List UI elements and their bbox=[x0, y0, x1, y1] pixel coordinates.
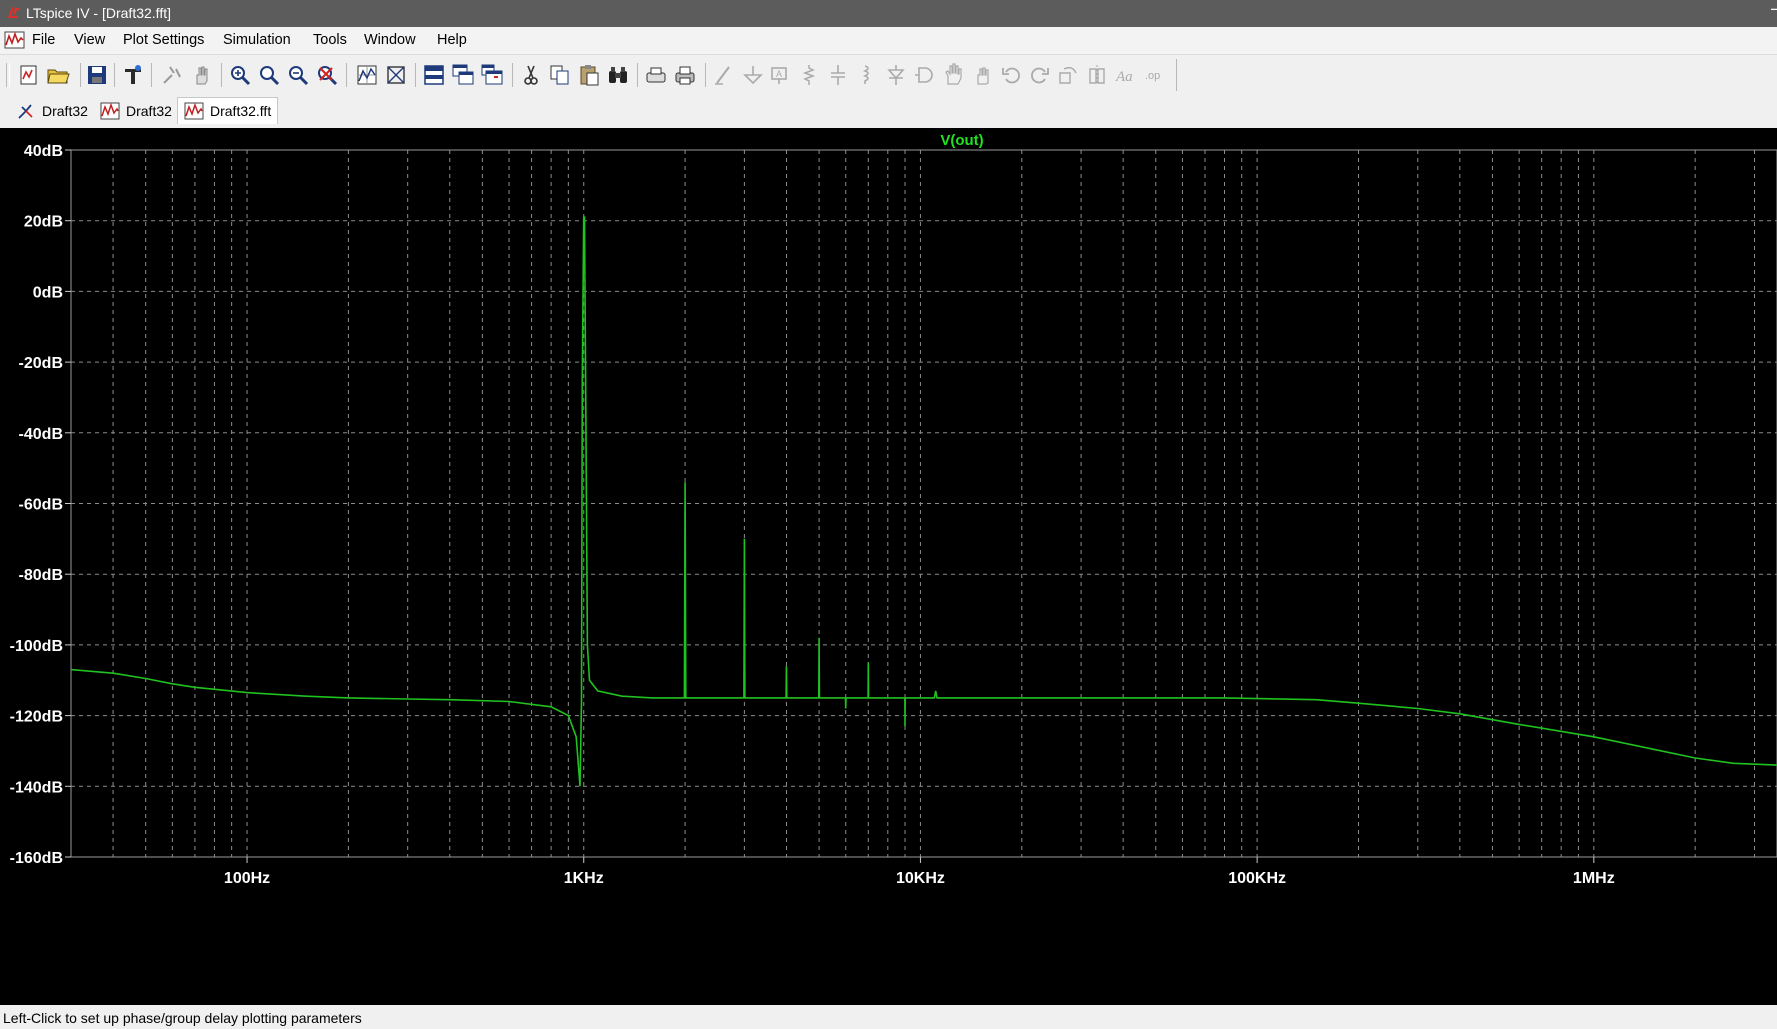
y-tick-label: 40dB bbox=[24, 143, 63, 160]
cascade-icon[interactable] bbox=[451, 63, 475, 87]
menu-window[interactable]: Window bbox=[364, 32, 416, 48]
zoom-fit-icon[interactable] bbox=[257, 63, 281, 87]
document-waveform-icon[interactable] bbox=[4, 30, 26, 50]
grid-lines bbox=[71, 150, 1777, 857]
autorange-icon[interactable] bbox=[355, 63, 379, 87]
find-binoculars-icon[interactable] bbox=[606, 63, 630, 87]
grid-icon[interactable] bbox=[384, 63, 408, 87]
y-tick-label: -140dB bbox=[10, 779, 63, 796]
fft-plot[interactable]: 40dB 20dB 0dB -20dB -40dB -60dB -80dB -100dB -12… bbox=[0, 128, 1777, 1005]
svg-text:.op: .op bbox=[1145, 70, 1160, 82]
drag-hand-icon[interactable] bbox=[971, 63, 995, 87]
tab-draft32-waveform[interactable]: Draft32 bbox=[94, 97, 178, 124]
tab-draft32-schematic[interactable]: Draft32 bbox=[10, 97, 94, 124]
component-icon[interactable] bbox=[913, 63, 937, 87]
paste-icon[interactable] bbox=[577, 63, 601, 87]
zoom-out-icon[interactable] bbox=[286, 63, 310, 87]
new-schematic-icon[interactable] bbox=[17, 63, 41, 87]
ground-icon[interactable] bbox=[741, 63, 765, 87]
svg-text:A: A bbox=[776, 69, 782, 79]
redo-icon[interactable] bbox=[1027, 63, 1051, 87]
x-axis[interactable]: 100Hz 1KHz 10KHz 100KHz 1MHz bbox=[224, 857, 1615, 887]
toolbar: A Aa .op bbox=[0, 54, 1777, 95]
y-tick-label: 0dB bbox=[33, 284, 63, 301]
tab-label: Draft32 bbox=[126, 102, 172, 119]
title-bar: LTspice IV - [Draft32.fft] – bbox=[0, 0, 1777, 27]
menu-file[interactable]: File bbox=[32, 32, 55, 48]
menu-view[interactable]: View bbox=[74, 32, 105, 48]
menu-simulation[interactable]: Simulation bbox=[223, 32, 291, 48]
svg-text:Aa: Aa bbox=[1115, 69, 1133, 85]
status-text: Left-Click to set up phase/group delay p… bbox=[3, 1010, 362, 1026]
y-tick-label: -100dB bbox=[10, 638, 63, 655]
open-folder-icon[interactable] bbox=[46, 63, 70, 87]
x-tick-label: 1KHz bbox=[564, 870, 604, 887]
control-panel-icon[interactable] bbox=[121, 63, 145, 87]
window-title: LTspice IV - [Draft32.fft] bbox=[26, 5, 171, 21]
x-tick-label: 100Hz bbox=[224, 870, 270, 887]
capacitor-icon[interactable] bbox=[826, 63, 850, 87]
print-setup-icon[interactable] bbox=[644, 63, 668, 87]
halt-hand-icon[interactable] bbox=[190, 63, 214, 87]
trace-vout[interactable] bbox=[70, 216, 1777, 787]
minimize-button[interactable]: – bbox=[1771, 0, 1777, 19]
y-tick-label: 20dB bbox=[24, 214, 63, 231]
tab-bar: Draft32 Draft32 Draft32.fft bbox=[0, 94, 1777, 128]
toolbar-grip[interactable] bbox=[6, 63, 10, 87]
run-icon[interactable] bbox=[160, 63, 184, 87]
trace-label-vout[interactable]: V(out) bbox=[940, 132, 983, 149]
copy-icon[interactable] bbox=[548, 63, 572, 87]
save-icon[interactable] bbox=[85, 63, 109, 87]
waveform-plot-pane[interactable]: 40dB 20dB 0dB -20dB -40dB -60dB -80dB -100dB -12… bbox=[0, 128, 1777, 1005]
tab-label: Draft32 bbox=[42, 102, 88, 119]
print-icon[interactable] bbox=[673, 63, 697, 87]
x-tick-label: 10KHz bbox=[896, 870, 945, 887]
spice-directive-icon[interactable]: .op bbox=[1143, 63, 1167, 87]
y-tick-label: -80dB bbox=[19, 567, 63, 584]
waveform-icon bbox=[184, 102, 204, 120]
y-axis[interactable]: 40dB 20dB 0dB -20dB -40dB -60dB -80dB -100dB -12… bbox=[10, 143, 71, 867]
diode-icon[interactable] bbox=[884, 63, 908, 87]
waveform-icon bbox=[100, 102, 120, 119]
tile-horizontal-icon[interactable] bbox=[422, 63, 446, 87]
status-bar: Left-Click to set up phase/group delay p… bbox=[0, 1005, 1777, 1029]
cut-icon[interactable] bbox=[519, 63, 543, 87]
x-tick-label: 100KHz bbox=[1228, 870, 1286, 887]
y-tick-label: -60dB bbox=[19, 497, 63, 514]
ltspice-logo-icon bbox=[8, 7, 20, 18]
text-icon[interactable]: Aa bbox=[1114, 63, 1138, 87]
inductor-icon[interactable] bbox=[855, 63, 879, 87]
wire-icon[interactable] bbox=[712, 63, 736, 87]
y-tick-label: -20dB bbox=[19, 355, 63, 372]
zoom-cancel-icon[interactable] bbox=[315, 63, 339, 87]
menu-help[interactable]: Help bbox=[437, 32, 467, 48]
label-net-icon[interactable]: A bbox=[768, 63, 792, 87]
y-tick-label: -160dB bbox=[10, 850, 63, 867]
move-hand-icon[interactable] bbox=[942, 63, 966, 87]
mirror-icon[interactable] bbox=[1085, 63, 1109, 87]
y-tick-label: -120dB bbox=[10, 709, 63, 726]
menu-bar: File View Plot Settings Simulation Tools… bbox=[0, 27, 1777, 54]
schematic-icon bbox=[18, 103, 33, 119]
rotate-icon[interactable] bbox=[1056, 63, 1080, 87]
y-tick-label: -40dB bbox=[19, 426, 63, 443]
x-tick-label: 1MHz bbox=[1573, 870, 1615, 887]
undo-icon[interactable] bbox=[1000, 63, 1024, 87]
tile-vertical-icon[interactable] bbox=[480, 63, 504, 87]
menu-tools[interactable]: Tools bbox=[313, 32, 347, 48]
tab-label: Draft32.fft bbox=[210, 103, 272, 119]
tab-draft32-fft[interactable]: Draft32.fft bbox=[177, 97, 279, 124]
resistor-icon[interactable] bbox=[797, 63, 821, 87]
zoom-in-icon[interactable] bbox=[228, 63, 252, 87]
menu-plot-settings[interactable]: Plot Settings bbox=[123, 32, 204, 48]
